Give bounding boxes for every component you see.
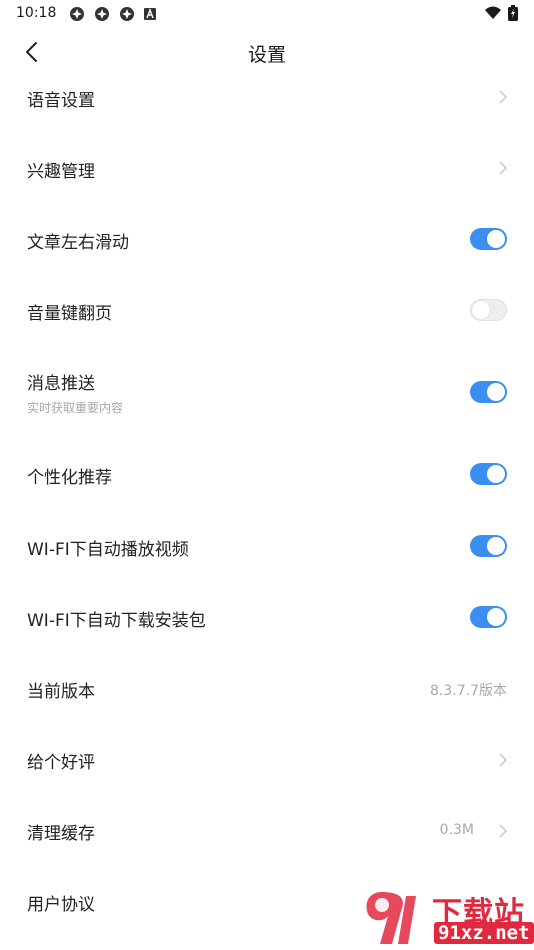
status-time: 10:18: [16, 5, 57, 21]
chevron-right-icon: [499, 824, 508, 838]
setting-label: 给个好评: [27, 753, 95, 773]
chevron-right-icon: [499, 753, 508, 767]
setting-label: 文章左右滑动: [27, 233, 129, 253]
status-bar: 10:18: [0, 0, 534, 28]
setting-sublabel: 实时获取重要内容: [27, 401, 124, 415]
toggle-knob: [487, 537, 505, 555]
setting-label: 当前版本: [27, 682, 95, 702]
setting-wifi-autodownload: WI-FI下自动下载安装包: [0, 581, 534, 652]
setting-label: 消息推送: [27, 374, 95, 394]
wifi-icon: [485, 6, 501, 19]
toggle-knob: [487, 465, 505, 483]
toggle-knob: [487, 230, 505, 248]
notification-app-icon: [70, 7, 84, 21]
setting-personalized: 个性化推荐: [0, 439, 534, 510]
wifi-autoplay-toggle[interactable]: [470, 535, 507, 557]
push-toggle[interactable]: [470, 381, 507, 403]
font-a-icon: [144, 8, 156, 20]
setting-label: 个性化推荐: [27, 468, 112, 488]
notification-app-icon: [95, 7, 109, 21]
chevron-right-icon: [499, 161, 508, 175]
personalized-toggle[interactable]: [470, 463, 507, 485]
setting-article-swipe: 文章左右滑动: [0, 203, 534, 274]
setting-label: 用户协议: [27, 895, 95, 915]
system-icons: [484, 5, 518, 21]
watermark: 下载站 91xz.net: [362, 888, 534, 948]
notification-icons: [68, 6, 157, 22]
setting-clear-cache[interactable]: 清理缓存 0.3M: [0, 794, 534, 865]
article-swipe-toggle[interactable]: [470, 228, 507, 250]
chevron-right-icon: [499, 90, 508, 104]
setting-push: 消息推送 实时获取重要内容: [0, 345, 534, 439]
volume-page-turn-toggle[interactable]: [470, 299, 507, 321]
toggle-knob: [487, 608, 505, 626]
cache-size-value: 0.3M: [439, 822, 474, 838]
setting-label: WI-FI下自动播放视频: [27, 540, 189, 560]
setting-version: 当前版本 8.3.7.7版本: [0, 652, 534, 723]
setting-rate[interactable]: 给个好评: [0, 723, 534, 794]
wifi-autodownload-toggle[interactable]: [470, 606, 507, 628]
version-value: 8.3.7.7版本: [430, 683, 507, 699]
watermark-url: 91xz.net: [434, 922, 534, 944]
setting-label: 语音设置: [27, 91, 95, 111]
setting-wifi-autoplay: WI-FI下自动播放视频: [0, 510, 534, 581]
setting-label: WI-FI下自动下载安装包: [27, 611, 206, 631]
setting-label: 兴趣管理: [27, 162, 95, 182]
notification-app-icon: [120, 7, 134, 21]
setting-voice[interactable]: 语音设置: [0, 61, 534, 132]
setting-volume-page-turn: 音量键翻页: [0, 274, 534, 345]
toggle-knob: [487, 383, 505, 401]
setting-label: 音量键翻页: [27, 304, 112, 324]
watermark-logo-icon: [366, 892, 416, 944]
setting-label: 清理缓存: [27, 824, 95, 844]
battery-icon: [508, 5, 518, 21]
toggle-knob: [472, 301, 490, 319]
setting-interest[interactable]: 兴趣管理: [0, 132, 534, 203]
